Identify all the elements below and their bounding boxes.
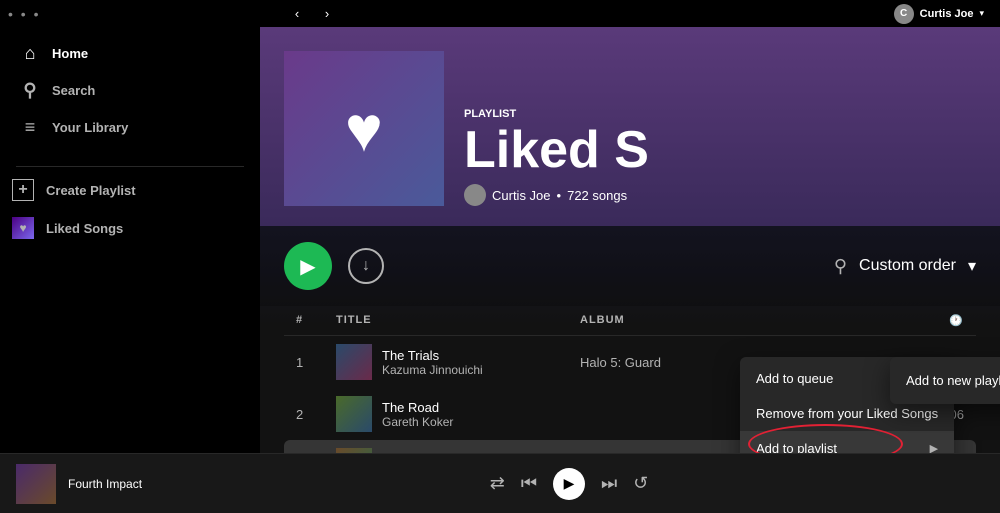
sidebar-item-label: Search <box>52 83 95 98</box>
search-icon: ⚲ <box>20 80 40 101</box>
context-item-label: Add to queue <box>756 371 833 386</box>
main-content: ♥ PLAYLIST Liked S Curtis Joe • 722 song… <box>260 27 1000 453</box>
track-thumbnail <box>336 396 372 432</box>
track-number: 1 <box>296 355 336 370</box>
now-playing-info: Fourth Impact <box>68 477 142 491</box>
track-details: The Trials Kazuma Jinnouichi <box>382 348 483 377</box>
sidebar-item-label: Your Library <box>52 120 128 135</box>
sidebar-item-home[interactable]: ⌂ Home <box>8 35 252 72</box>
bullet: • <box>557 188 562 203</box>
track-thumbnail <box>336 344 372 380</box>
playlist-title: Liked S <box>464 124 976 176</box>
create-playlist-label: Create Playlist <box>46 183 136 198</box>
main-layout: ⌂ Home ⚲ Search ≡ Your Library + Create … <box>0 27 1000 453</box>
context-item-label: Add to playlist <box>756 441 837 453</box>
prev-button[interactable]: ⏮ <box>521 473 537 494</box>
nav-buttons: ‹ › <box>285 2 339 26</box>
track-name: The Road <box>382 400 453 415</box>
track-list-header: # TITLE ALBUM 🕐 <box>284 306 976 336</box>
nav-back-button[interactable]: ‹ <box>285 2 309 26</box>
sidebar-item-label: Home <box>52 46 88 61</box>
context-item-label: Remove from your Liked Songs <box>756 406 938 421</box>
track-info: Crying Shame Pegboard Nerds, NERVC <box>336 448 580 453</box>
sidebar-nav: ⌂ Home ⚲ Search ≡ Your Library <box>0 35 260 146</box>
track-thumbnail <box>336 448 372 453</box>
playlist-type: PLAYLIST <box>464 108 976 120</box>
track-name: The Trials <box>382 348 483 363</box>
owner-avatar <box>464 184 486 206</box>
playlist-header: ♥ PLAYLIST Liked S Curtis Joe • 722 song… <box>260 27 1000 226</box>
track-details: Crying Shame Pegboard Nerds, NERVC <box>382 452 518 454</box>
window-dots: • • • <box>8 6 40 22</box>
track-name: Crying Shame <box>382 452 518 454</box>
track-artist: Kazuma Jinnouichi <box>382 363 483 377</box>
track-info: The Trials Kazuma Jinnouichi <box>336 344 580 380</box>
controls-right: ⚲ Custom order ▾ <box>834 256 976 277</box>
track-artist: Gareth Koker <box>382 415 453 429</box>
context-menu-item-add-to-playlist[interactable]: Add to playlist ▶ <box>740 431 954 453</box>
heart-icon: ♥ <box>345 92 383 166</box>
username: Curtis Joe <box>920 8 974 20</box>
sidebar-item-search[interactable]: ⚲ Search <box>8 72 252 109</box>
now-playing-track-name: Fourth Impact <box>68 477 142 491</box>
song-count: 722 songs <box>567 188 627 203</box>
submenu-item-label: Add to new playlist <box>906 373 1000 388</box>
track-details: The Road Gareth Koker <box>382 400 453 429</box>
chevron-down-icon: ▾ <box>979 8 984 19</box>
order-chevron-icon[interactable]: ▾ <box>968 256 976 276</box>
sidebar-item-liked-songs[interactable]: ♥ Liked Songs <box>0 209 260 247</box>
library-icon: ≡ <box>20 117 40 138</box>
sidebar: ⌂ Home ⚲ Search ≡ Your Library + Create … <box>0 27 260 453</box>
sidebar-divider <box>16 166 244 167</box>
sidebar-item-create-playlist[interactable]: + Create Playlist <box>0 171 260 209</box>
order-label: Custom order <box>859 257 956 275</box>
track-number: 2 <box>296 407 336 422</box>
playlist-meta: Curtis Joe • 722 songs <box>464 184 976 206</box>
bottom-player: Fourth Impact ⇄ ⏮ ▶ ⏭ ↺ <box>0 453 1000 513</box>
shuffle-button[interactable]: ⇄ <box>490 473 505 494</box>
playlist-art: ♥ <box>284 51 444 206</box>
submenu: Add to new playlist <box>890 357 1000 404</box>
col-num: # <box>296 314 336 327</box>
home-icon: ⌂ <box>20 43 40 64</box>
owner-name: Curtis Joe <box>492 188 551 203</box>
play-button[interactable]: ▶ <box>284 242 332 290</box>
liked-songs-icon: ♥ <box>12 217 34 239</box>
next-button[interactable]: ⏭ <box>601 473 617 494</box>
submenu-arrow-icon: ▶ <box>930 442 938 453</box>
col-duration-icon: 🕐 <box>904 314 964 327</box>
col-album: ALBUM <box>580 314 824 327</box>
playback-controls: ▶ ↓ ⚲ Custom order ▾ <box>260 226 1000 306</box>
topbar: • • • ‹ › C Curtis Joe ▾ <box>0 0 1000 27</box>
track-info: The Road Gareth Koker <box>336 396 580 432</box>
col-title: TITLE <box>336 314 580 327</box>
liked-songs-label: Liked Songs <box>46 221 123 236</box>
col-liked <box>824 314 904 327</box>
user-menu[interactable]: C Curtis Joe ▾ <box>891 1 992 27</box>
repeat-button[interactable]: ↺ <box>633 473 648 494</box>
player-controls: ⇄ ⏮ ▶ ⏭ ↺ <box>154 468 984 500</box>
submenu-item-add-to-new-playlist[interactable]: Add to new playlist <box>890 361 1000 400</box>
search-tracks-icon[interactable]: ⚲ <box>834 256 847 277</box>
player-play-button[interactable]: ▶ <box>553 468 585 500</box>
download-button[interactable]: ↓ <box>348 248 384 284</box>
avatar: C <box>894 4 914 24</box>
now-playing-thumbnail <box>16 464 56 504</box>
sidebar-item-library[interactable]: ≡ Your Library <box>8 109 252 146</box>
create-playlist-icon: + <box>12 179 34 201</box>
playlist-info: PLAYLIST Liked S Curtis Joe • 722 songs <box>464 108 976 206</box>
nav-forward-button[interactable]: › <box>315 2 339 26</box>
